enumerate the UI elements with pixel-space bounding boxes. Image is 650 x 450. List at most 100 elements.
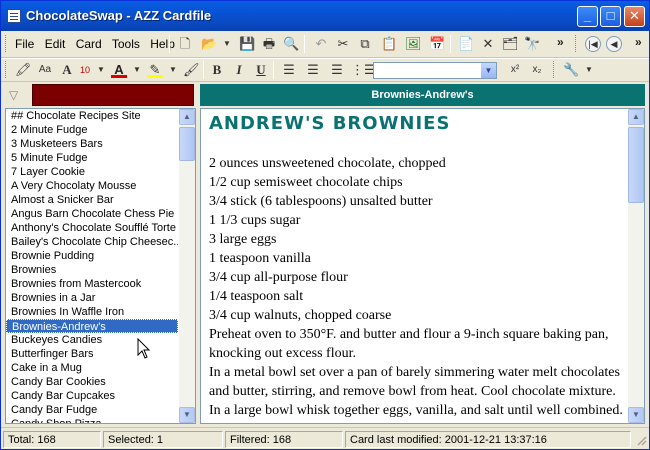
- format-painter-icon[interactable]: 🖌: [183, 62, 200, 78]
- card-content-panel[interactable]: ANDREW'S BROWNIES 2 ounces unsweetened c…: [200, 108, 645, 424]
- maximize-button[interactable]: □: [600, 6, 621, 27]
- cardfile-app-icon[interactable]: [7, 9, 21, 23]
- font-size-dropdown-icon[interactable]: ▼: [93, 62, 109, 78]
- copy-icon[interactable]: ⧉: [357, 36, 373, 52]
- list-item[interactable]: Candy Shop Pizza: [6, 417, 178, 423]
- list-item[interactable]: Almost a Snicker Bar: [6, 193, 178, 207]
- font-name-combo[interactable]: ▼: [373, 62, 497, 79]
- toolbar-grip[interactable]: [5, 35, 8, 52]
- toolbar-grip[interactable]: [553, 61, 556, 78]
- list-item[interactable]: Candy Bar Fudge: [6, 403, 178, 417]
- list-item[interactable]: Candy Bar Cupcakes: [6, 389, 178, 403]
- list-item[interactable]: Brownies: [6, 263, 178, 277]
- new-card-icon[interactable]: 🗋: [177, 36, 193, 52]
- open-dropdown-icon[interactable]: ▼: [219, 36, 235, 52]
- scroll-thumb[interactable]: [628, 127, 644, 203]
- list-item[interactable]: Candy Bar Cookies: [6, 375, 178, 389]
- card-body-line: Preheat oven to 350°F. and butter and fl…: [209, 327, 609, 361]
- options-icon[interactable]: 🔧: [563, 62, 579, 78]
- toolbar-separator: [273, 61, 274, 79]
- menu-file[interactable]: File: [15, 37, 34, 51]
- filter-funnel-icon[interactable]: ▽: [9, 88, 23, 102]
- underline-button[interactable]: U: [253, 62, 269, 78]
- font-size-value[interactable]: 10: [77, 62, 93, 78]
- find-icon[interactable]: 🔭: [524, 36, 540, 52]
- list-item[interactable]: 3 Musketeers Bars: [6, 137, 178, 151]
- print-preview-icon[interactable]: 🔍: [283, 36, 299, 52]
- list-item[interactable]: Bailey's Chocolate Chip Cheesec...: [6, 235, 178, 249]
- card-list[interactable]: ## Chocolate Recipes Site 2 Minute Fudge 3…: [5, 108, 196, 424]
- font-format-icon[interactable]: Aa: [37, 62, 53, 78]
- scroll-thumb[interactable]: [179, 127, 195, 161]
- scroll-up-arrow-icon[interactable]: ▲: [628, 109, 644, 125]
- minimize-button[interactable]: _: [577, 6, 598, 27]
- spell-check-icon[interactable]: 🖍: [15, 62, 32, 78]
- toolbar-separator: [203, 61, 204, 79]
- list-item[interactable]: Brownies In Waffle Iron: [6, 305, 178, 319]
- bold-button[interactable]: B: [209, 62, 225, 78]
- card-body-line: 3/4 cup all-purpose flour: [209, 270, 348, 285]
- first-card-icon[interactable]: |◀: [585, 36, 601, 52]
- list-item[interactable]: Brownie Pudding: [6, 249, 178, 263]
- text-color-icon[interactable]: A: [111, 62, 127, 78]
- highlight-dropdown-icon[interactable]: ▼: [165, 62, 181, 78]
- card-scrollbar[interactable]: ▲ ▼: [628, 109, 644, 423]
- align-left-icon[interactable]: ☰: [281, 62, 297, 78]
- list-item[interactable]: Brownies in a Jar: [6, 291, 178, 305]
- list-item[interactable]: Angus Barn Chocolate Chess Pie: [6, 207, 178, 221]
- list-item[interactable]: Butterfinger Bars: [6, 347, 178, 361]
- title-bar[interactable]: ChocolateSwap - AZZ Cardfile _ □ ✕: [1, 1, 649, 31]
- menu-tools[interactable]: Tools: [112, 37, 140, 51]
- subscript-button[interactable]: x₂: [529, 62, 545, 78]
- cut-icon[interactable]: ✂: [335, 36, 351, 52]
- resize-grip-icon[interactable]: [635, 434, 647, 446]
- close-button[interactable]: ✕: [624, 6, 645, 27]
- save-icon[interactable]: 💾: [239, 36, 255, 52]
- list-item[interactable]: 5 Minute Fudge: [6, 151, 178, 165]
- text-color-dropdown-icon[interactable]: ▼: [129, 62, 145, 78]
- list-item[interactable]: ## Chocolate Recipes Site: [6, 109, 178, 123]
- undo-icon[interactable]: ↶: [313, 36, 329, 52]
- card-header-title: Brownies-Andrew's: [200, 84, 645, 106]
- list-item[interactable]: 7 Layer Cookie: [6, 165, 178, 179]
- bullet-list-icon[interactable]: ⋮☰: [351, 62, 376, 78]
- list-item[interactable]: Buckeyes Candies: [6, 333, 178, 347]
- card-body[interactable]: 2 ounces unsweetened chocolate, chopped 1…: [209, 154, 629, 420]
- toolbar-overflow-chevron[interactable]: »: [557, 35, 564, 49]
- open-folder-icon[interactable]: 📂: [201, 36, 217, 52]
- superscript-button[interactable]: x²: [507, 62, 523, 78]
- scroll-down-arrow-icon[interactable]: ▼: [628, 407, 644, 423]
- scroll-up-arrow-icon[interactable]: ▲: [179, 109, 195, 125]
- menu-edit[interactable]: Edit: [45, 37, 66, 51]
- status-card-modified: Card last modified: 2001-12-21 13:37:16: [345, 431, 631, 448]
- delete-icon[interactable]: ✕: [480, 36, 496, 52]
- toolbar-grip[interactable]: [575, 35, 578, 52]
- new-card-file-icon[interactable]: 📄: [458, 36, 474, 52]
- paste-icon[interactable]: 📋: [381, 36, 397, 52]
- insert-picture-icon[interactable]: 🖼: [405, 36, 422, 52]
- toolbar-grip[interactable]: [5, 61, 8, 78]
- properties-icon[interactable]: 🗂: [502, 36, 519, 52]
- list-item[interactable]: Cake in a Mug: [6, 361, 178, 375]
- font-name-dropdown-icon[interactable]: ▼: [481, 63, 496, 78]
- print-icon[interactable]: 🖶: [261, 36, 277, 52]
- list-item[interactable]: 2 Minute Fudge: [6, 123, 178, 137]
- list-item[interactable]: Anthony's Chocolate Soufflé Torte: [6, 221, 178, 235]
- card-list-scrollbar[interactable]: ▲ ▼: [179, 109, 195, 423]
- nav-overflow-chevron[interactable]: »: [635, 35, 642, 49]
- italic-button[interactable]: I: [231, 62, 247, 78]
- highlight-icon[interactable]: ✎: [147, 62, 163, 78]
- list-item-selected[interactable]: Brownies-Andrew's: [6, 319, 178, 333]
- previous-card-icon[interactable]: ◀: [606, 36, 622, 52]
- font-icon[interactable]: A: [59, 62, 75, 78]
- scroll-down-arrow-icon[interactable]: ▼: [179, 407, 195, 423]
- options-dropdown-icon[interactable]: ▼: [581, 62, 597, 78]
- menu-help[interactable]: Help: [150, 37, 175, 51]
- align-right-icon[interactable]: ☰: [329, 62, 345, 78]
- list-item[interactable]: A Very Chocolaty Mousse: [6, 179, 178, 193]
- filter-input[interactable]: [32, 84, 194, 106]
- insert-date-icon[interactable]: 📅: [429, 36, 445, 52]
- list-item[interactable]: Brownies from Mastercook: [6, 277, 178, 291]
- align-center-icon[interactable]: ☰: [305, 62, 321, 78]
- menu-card[interactable]: Card: [76, 37, 102, 51]
